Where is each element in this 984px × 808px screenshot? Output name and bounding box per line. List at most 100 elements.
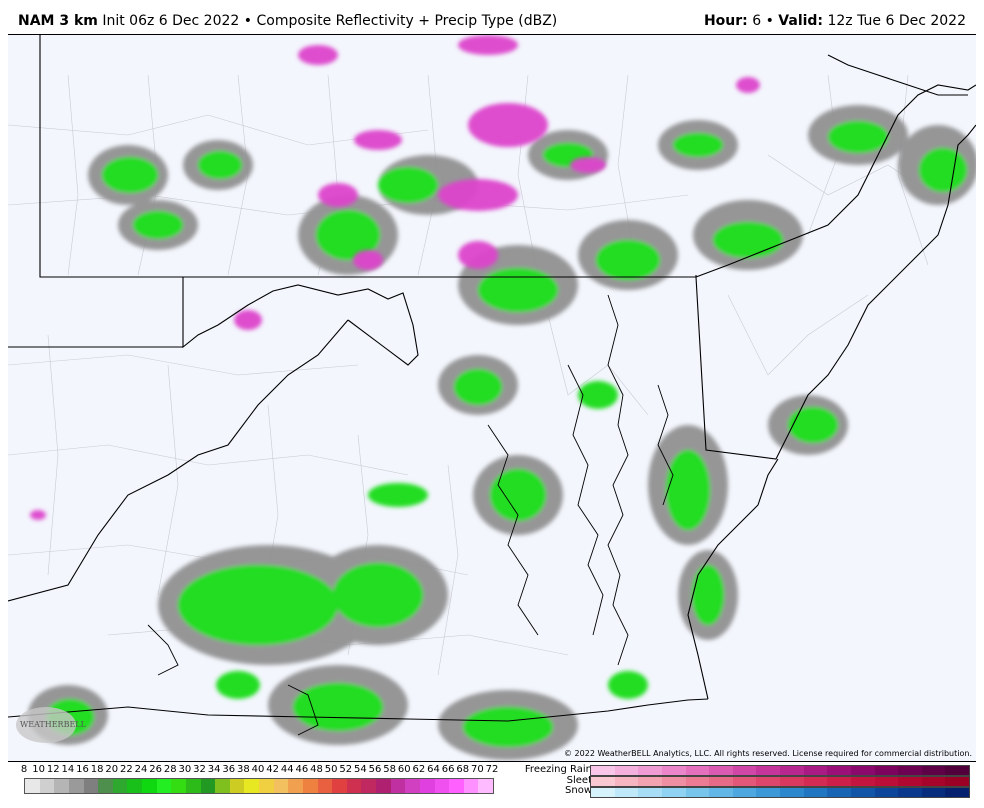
dbz-color-swatch xyxy=(112,779,128,793)
snow-swatch xyxy=(945,788,969,797)
dbz-color-swatch xyxy=(361,779,376,793)
dbz-tick-label: 56 xyxy=(368,764,382,775)
dbz-color-swatch xyxy=(449,779,464,793)
snow-colorbar xyxy=(590,787,970,798)
coastline xyxy=(147,294,674,736)
dbz-color-swatch xyxy=(54,779,69,793)
freezing-rain-swatch xyxy=(661,766,686,775)
sleet-swatch xyxy=(803,777,828,786)
dbz-color-swatch xyxy=(434,779,450,793)
freezing-rain-swatch xyxy=(591,766,615,775)
dbz-color-swatch xyxy=(273,779,289,793)
dbz-tick-label: 34 xyxy=(207,764,221,775)
dbz-color-swatch xyxy=(83,779,99,793)
dbz-color-swatch xyxy=(332,779,347,793)
snow-swatch xyxy=(827,788,851,797)
sleet-swatch xyxy=(591,777,615,786)
snow-swatch xyxy=(614,788,639,797)
dbz-ticks: 8 10 12 14 16 18 20 22 24 26 28 30 32 34 36 38 40 42 44 46 4… xyxy=(18,764,499,776)
snow-swatch xyxy=(756,788,780,797)
copyright-notice: © 2022 WeatherBELL Analytics, LLC. All r… xyxy=(564,749,972,758)
init-time: Init 06z 6 Dec 2022 xyxy=(102,13,240,29)
freezing-rain-swatch xyxy=(780,766,804,775)
dbz-color-swatch xyxy=(244,779,259,793)
separator: • xyxy=(765,13,774,29)
dbz-color-swatch xyxy=(463,779,479,793)
dbz-tick-label: 66 xyxy=(441,764,455,775)
dbz-color-swatch xyxy=(127,779,142,793)
dbz-tick-label: 42 xyxy=(266,764,279,775)
dbz-color-swatch xyxy=(229,779,245,793)
dbz-tick-label: 8 xyxy=(20,764,28,775)
snow-swatch xyxy=(709,788,733,797)
freezing-rain-swatch xyxy=(638,766,662,775)
dbz-color-swatch xyxy=(98,779,113,793)
dbz-color-swatch xyxy=(317,779,333,793)
dbz-tick-label: 30 xyxy=(178,764,192,775)
dbz-tick-label: 44 xyxy=(280,764,294,775)
freezing-rain-swatch xyxy=(803,766,828,775)
dbz-tick-label: 58 xyxy=(383,764,396,775)
dbz-tick-label: 22 xyxy=(120,764,133,775)
freezing-rain-swatch xyxy=(945,766,969,775)
hour-label: Hour: xyxy=(703,13,748,29)
dbz-tick-label: 10 xyxy=(32,764,45,775)
dbz-color-swatch xyxy=(405,779,420,793)
dbz-color-swatch xyxy=(68,779,84,793)
dbz-color-swatch xyxy=(142,779,157,793)
hour-value: 6 xyxy=(752,13,762,29)
valid-time-title: Hour: 6 • Valid: 12z Tue 6 Dec 2022 xyxy=(704,13,966,29)
sleet-swatch xyxy=(638,777,662,786)
dbz-tick-label: 64 xyxy=(427,764,440,775)
dbz-color-swatch xyxy=(200,779,216,793)
sleet-swatch xyxy=(732,777,757,786)
sleet-swatch xyxy=(945,777,969,786)
dbz-tick-label: 60 xyxy=(397,764,411,775)
snow-swatch xyxy=(898,788,922,797)
dbz-tick-label: 14 xyxy=(61,764,75,775)
ptype-legend: Freezing Rain Sleet Snow xyxy=(510,764,970,798)
dbz-tick-label: 16 xyxy=(76,764,89,775)
dbz-colorbar xyxy=(24,778,494,794)
freezing-rain-swatch xyxy=(921,766,946,775)
freezing-rain-swatch xyxy=(827,766,851,775)
header-bar: NAM 3 km Init 06z 6 Dec 2022 • Composite… xyxy=(0,0,984,34)
snow-swatch xyxy=(850,788,875,797)
dbz-color-swatch xyxy=(302,779,318,793)
freezing-rain-swatch xyxy=(709,766,733,775)
map-svg: WEATHERBELL xyxy=(8,35,976,760)
freezing-rain-swatch xyxy=(756,766,780,775)
dbz-color-swatch xyxy=(478,779,493,793)
snow-swatch xyxy=(661,788,686,797)
snow-swatch xyxy=(803,788,828,797)
dbz-color-swatch xyxy=(376,779,391,793)
snow-swatch xyxy=(780,788,804,797)
snow-swatch xyxy=(591,788,615,797)
freezing-rain-swatch xyxy=(685,766,710,775)
dbz-tick-label: 72 xyxy=(485,764,499,775)
dbz-tick-label: 26 xyxy=(149,764,162,775)
freezing-rain-swatch xyxy=(874,766,899,775)
dbz-color-swatch xyxy=(419,779,435,793)
dbz-tick-label: 46 xyxy=(295,764,309,775)
dbz-tick-label: 20 xyxy=(105,764,119,775)
dbz-tick-label: 12 xyxy=(46,764,60,775)
dbz-color-swatch xyxy=(259,779,274,793)
valid-value: 12z Tue 6 Dec 2022 xyxy=(827,13,966,29)
model-title: NAM 3 km Init 06z 6 Dec 2022 • Composite… xyxy=(18,13,557,29)
sleet-swatch xyxy=(780,777,804,786)
sleet-swatch xyxy=(921,777,946,786)
snow-swatch xyxy=(874,788,899,797)
dbz-tick-label: 52 xyxy=(339,764,353,775)
sleet-colorbar xyxy=(590,776,970,787)
dbz-tick-label: 50 xyxy=(324,764,338,775)
snow-swatch xyxy=(921,788,946,797)
sleet-swatch xyxy=(850,777,875,786)
freezing-rain-label: Freezing Rain xyxy=(524,764,592,775)
sleet-swatch xyxy=(756,777,780,786)
dbz-color-swatch xyxy=(25,779,40,793)
sleet-swatch xyxy=(709,777,733,786)
dbz-tick-label: 70 xyxy=(471,764,484,775)
dbz-tick-label: 38 xyxy=(237,764,250,775)
dbz-tick-label: 36 xyxy=(222,764,236,775)
